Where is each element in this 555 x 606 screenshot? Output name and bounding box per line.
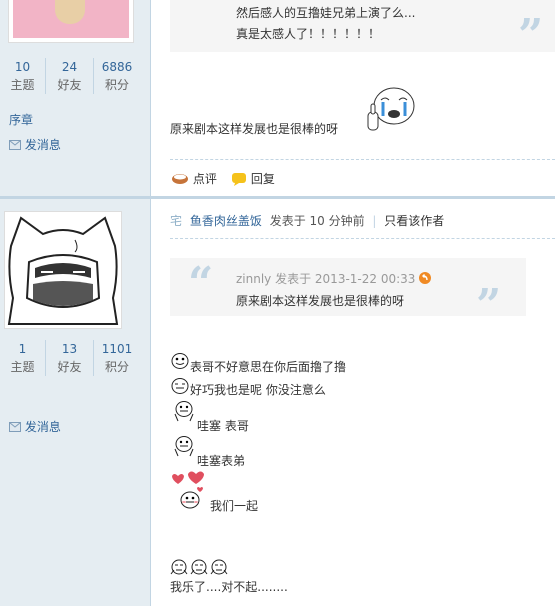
open-quote-icon: “	[188, 258, 214, 309]
hearts-face-emoji	[172, 471, 204, 509]
post-line: 我们一起	[210, 499, 259, 513]
crying-face-emoji	[367, 87, 415, 131]
post2-stats: 1 主题 13 好友 1101 积分	[0, 340, 150, 376]
post-divider	[170, 238, 555, 239]
stat-label: 好友	[57, 78, 82, 92]
stat-label: 主题	[10, 360, 35, 374]
only-author-link[interactable]: 只看该作者	[384, 214, 444, 228]
stat-friends[interactable]: 24 好友	[46, 58, 94, 94]
envelope-icon	[9, 421, 21, 432]
home-icon: 宅	[170, 214, 183, 228]
squinting-face-emoji	[171, 378, 189, 394]
jump-arrow-icon[interactable]	[419, 272, 432, 284]
cheering-face-emoji	[174, 436, 194, 457]
stat-points[interactable]: 6886 积分	[94, 58, 140, 94]
user-rank[interactable]: 序章	[9, 111, 33, 128]
send-message-link[interactable]: 发消息	[9, 418, 61, 435]
post-line: 好巧我也是呢 你没注意么	[190, 383, 326, 397]
post-line: 表哥不好意思在你后面撸了撸	[190, 360, 347, 374]
cheering-face-emoji	[174, 401, 194, 422]
quote-line: 然后感人的互撸娃兄弟上演了么...	[236, 6, 416, 20]
stat-value[interactable]: 1	[0, 340, 45, 358]
post1-avatar[interactable]	[8, 0, 134, 43]
quote-line: 真是太感人了！！！！！！	[236, 27, 381, 41]
stat-label: 主题	[10, 78, 35, 92]
author-link[interactable]: 鱼香肉丝盖饭	[190, 214, 262, 228]
speech-bubble-icon	[232, 172, 246, 186]
stat-value[interactable]: 13	[46, 340, 93, 358]
reply-label: 回复	[250, 172, 275, 186]
teacup-icon	[172, 173, 188, 184]
envelope-icon	[9, 139, 21, 150]
close-quote-icon: ”	[518, 10, 544, 61]
quote-source: zinnly 发表于 2013-1-22 00:33	[236, 272, 416, 286]
post1-stats: 10 主题 24 好友 6886 积分	[0, 58, 150, 94]
stat-label: 积分	[104, 78, 129, 92]
hooded-ninja-avatar	[7, 216, 119, 325]
close-quote-icon: ”	[476, 280, 502, 331]
rate-button[interactable]: 点评	[171, 170, 217, 187]
post-header: 宅 鱼香肉丝盖饭 发表于 10 分钟前 | 只看该作者	[170, 212, 444, 229]
post-line: 哇塞表弟	[197, 454, 246, 468]
stat-label: 积分	[104, 360, 129, 374]
send-message-label: 发消息	[24, 420, 61, 434]
stat-topics[interactable]: 10 主题	[0, 58, 46, 94]
reply-button[interactable]: 回复	[231, 170, 275, 187]
post-line: 哇塞 表哥	[197, 419, 249, 433]
group-faces-emoji	[170, 559, 228, 575]
post-line: 我乐了....对不起........	[170, 580, 288, 594]
post2-avatar[interactable]	[4, 211, 122, 329]
send-message-link[interactable]: 发消息	[9, 136, 61, 153]
stat-value[interactable]: 6886	[94, 58, 140, 76]
pipe-separator: |	[372, 214, 377, 228]
post-time: 发表于 10 分钟前	[269, 214, 365, 228]
stat-points[interactable]: 1101 积分	[94, 340, 140, 376]
stat-label: 好友	[57, 360, 82, 374]
post-divider	[170, 159, 555, 160]
grinning-face-emoji	[171, 353, 189, 369]
rate-label: 点评	[192, 172, 217, 186]
quote-header: zinnly 发表于 2013-1-22 00:33	[236, 270, 432, 287]
stat-topics[interactable]: 1 主题	[0, 340, 46, 376]
stat-value[interactable]: 10	[0, 58, 45, 76]
stat-value[interactable]: 1101	[94, 340, 140, 358]
stat-friends[interactable]: 13 好友	[46, 340, 94, 376]
stat-value[interactable]: 24	[46, 58, 93, 76]
post-body: 原来剧本这样发展也是很棒的呀	[170, 122, 339, 136]
quote-line: 原来剧本这样发展也是很棒的呀	[236, 294, 405, 308]
send-message-label: 发消息	[24, 138, 61, 152]
